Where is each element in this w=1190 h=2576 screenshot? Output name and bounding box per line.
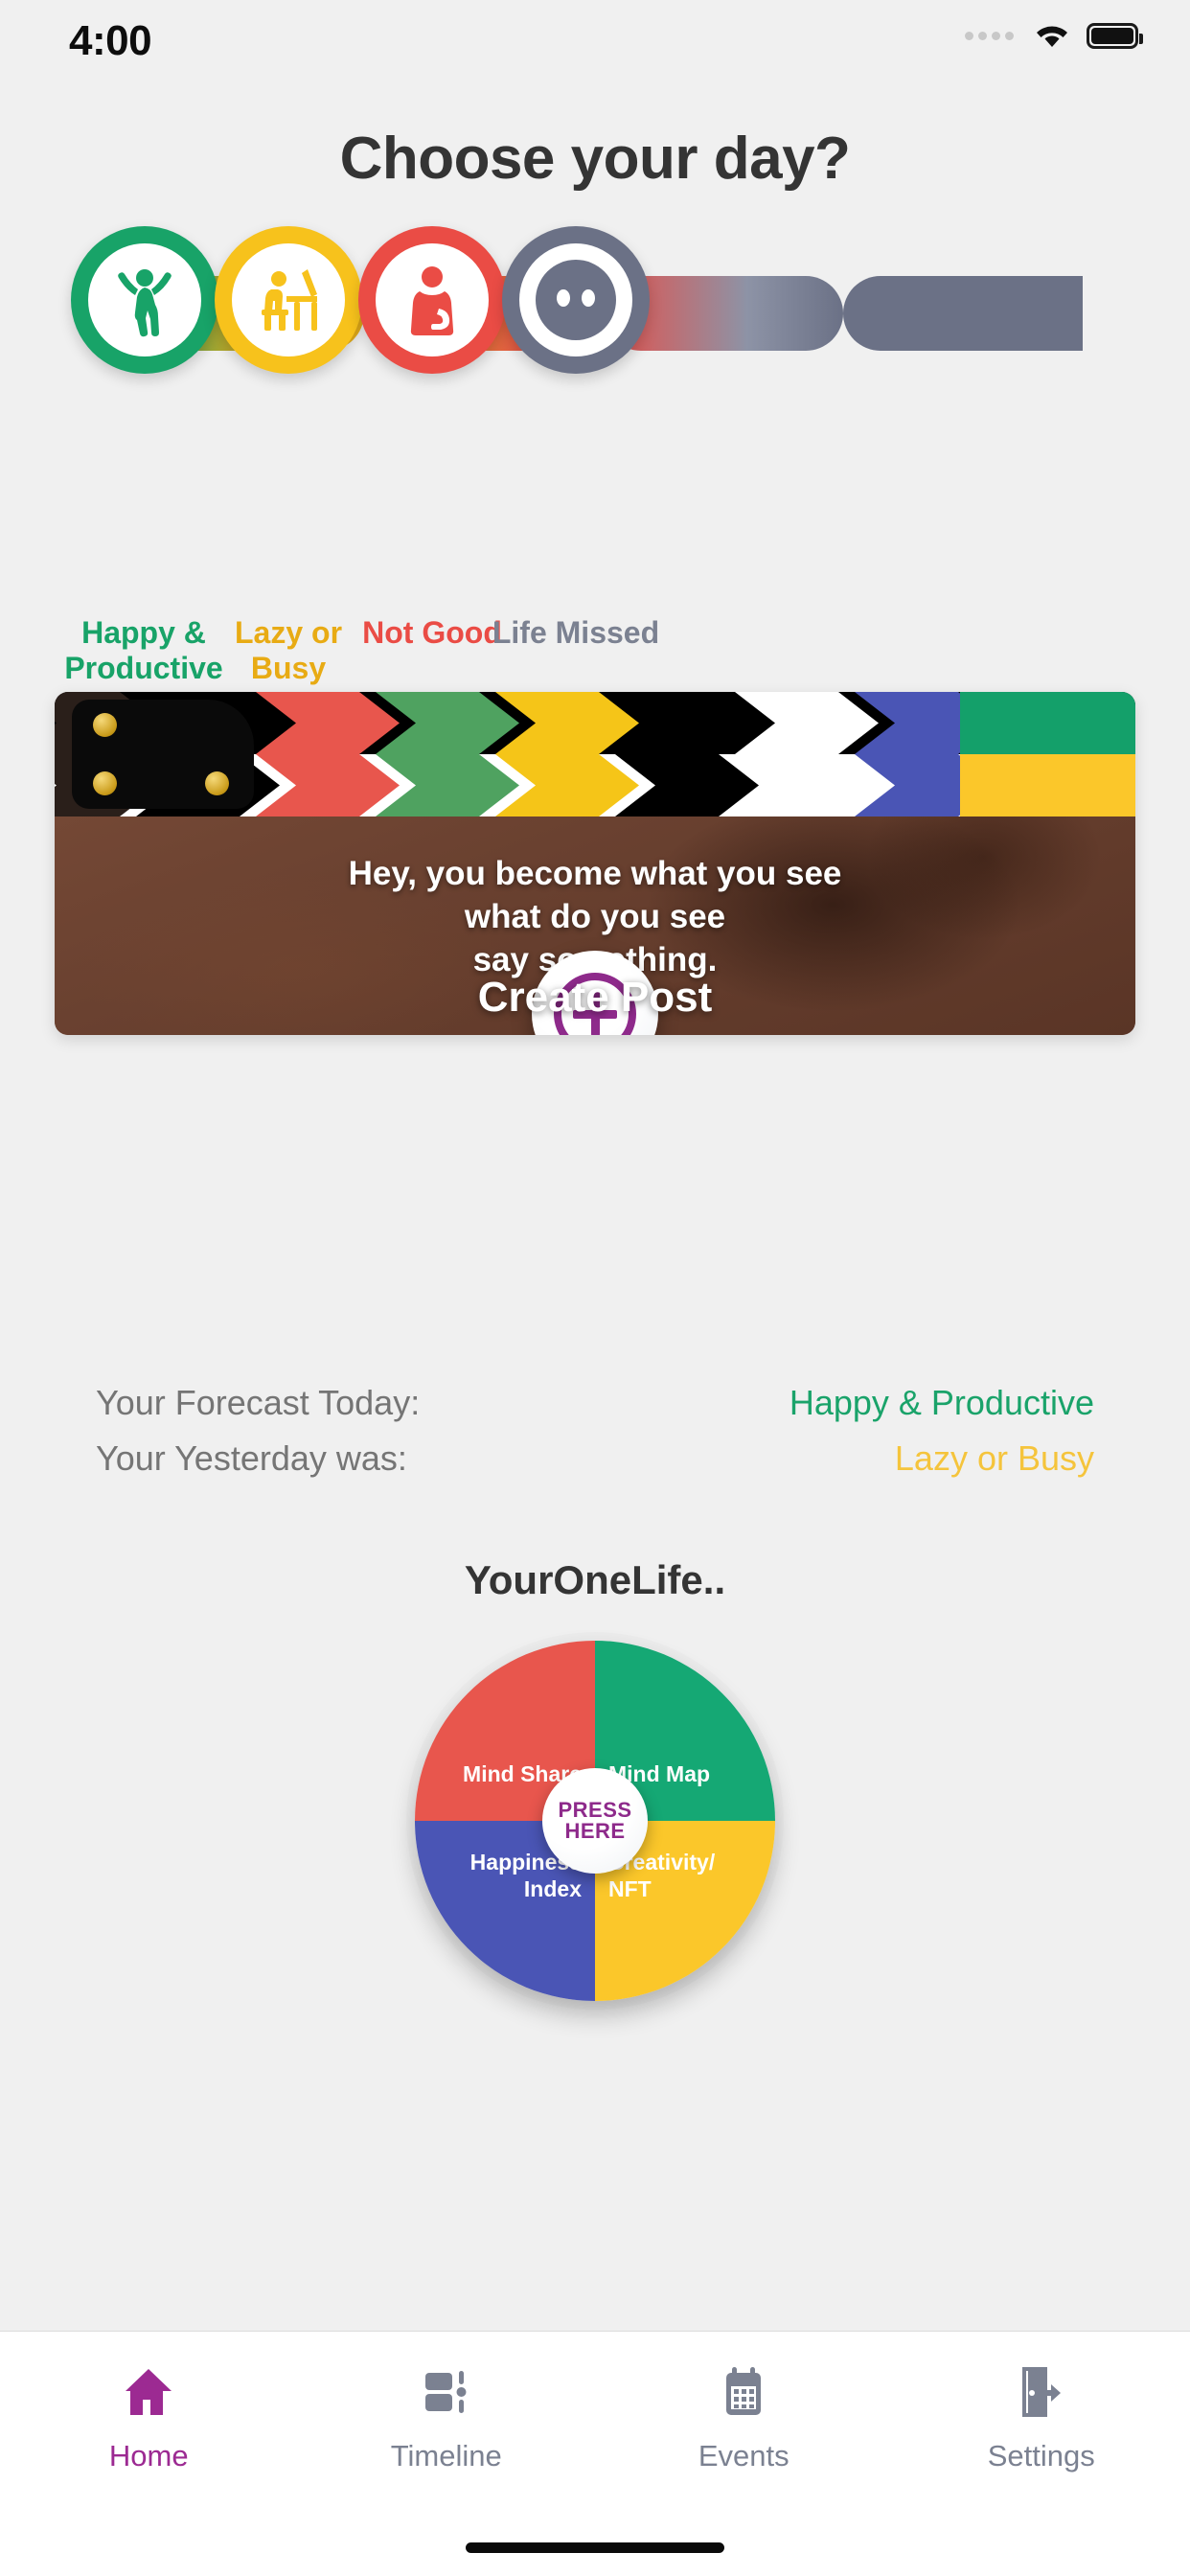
- press-here-line2: HERE: [564, 1819, 626, 1843]
- post-prompt-line1: Hey, you become what you see: [348, 855, 842, 892]
- signal-dots-icon: [965, 31, 1014, 40]
- calendar-icon: [717, 2364, 770, 2420]
- mood-circle-row: [0, 226, 1190, 380]
- sad-person-icon: [376, 243, 489, 356]
- tab-label-timeline: Timeline: [390, 2439, 502, 2472]
- life-wheel[interactable]: Mind Share Mind Map Happiness Index Crea…: [415, 1641, 775, 2001]
- create-post-body: Hey, you become what you see what do you…: [55, 816, 1135, 1035]
- blank-face-icon: [519, 243, 632, 356]
- exit-door-icon: [1015, 2364, 1068, 2420]
- create-post-card[interactable]: Hey, you become what you see what do you…: [55, 692, 1135, 1035]
- forecast-yesterday-row: Your Yesterday was: Lazy or Busy: [0, 1438, 1190, 1484]
- status-bar: 4:00: [0, 0, 1190, 82]
- tab-label-home: Home: [108, 2439, 189, 2472]
- wheel-title: YourOneLife..: [464, 1557, 726, 1602]
- wifi-icon: [1033, 21, 1071, 50]
- create-post-label: Create Post: [477, 974, 713, 1021]
- battery-icon: [1087, 22, 1143, 49]
- forecast-section: Your Forecast Today: Happy & Productive …: [0, 1383, 1190, 1494]
- app-screen: 4:00 Choose your day? Happy & Productive…: [0, 0, 1190, 2576]
- home-icon: [122, 2364, 175, 2420]
- person-at-desk-icon: [232, 243, 345, 356]
- post-prompt-line2: what do you see: [464, 897, 726, 935]
- jumping-person-icon: [88, 243, 201, 356]
- tab-timeline[interactable]: Timeline: [298, 2332, 596, 2514]
- clapper-board-icon: [55, 692, 1135, 816]
- bottom-navigation: Home Timeline Events Settings: [0, 2331, 1190, 2576]
- mood-option-lazy-busy[interactable]: [215, 226, 362, 374]
- timeline-icon: [420, 2364, 473, 2420]
- forecast-yesterday-value: Lazy or Busy: [894, 1438, 1094, 1478]
- home-indicator: [466, 2542, 724, 2553]
- mood-option-happy-productive[interactable]: [71, 226, 218, 374]
- forecast-yesterday-label: Your Yesterday was:: [96, 1438, 407, 1478]
- mood-option-not-good[interactable]: [358, 226, 506, 374]
- tab-settings[interactable]: Settings: [893, 2332, 1190, 2514]
- tab-label-settings: Settings: [987, 2439, 1095, 2472]
- press-here-button[interactable]: PRESS HERE: [542, 1768, 648, 1874]
- tab-label-events: Events: [698, 2439, 790, 2472]
- mood-label-life-missed: Life Missed: [492, 615, 660, 650]
- tab-home[interactable]: Home: [0, 2332, 298, 2514]
- forecast-today-row: Your Forecast Today: Happy & Productive: [0, 1383, 1190, 1429]
- mood-option-life-missed[interactable]: [502, 226, 650, 374]
- forecast-today-value: Happy & Productive: [789, 1383, 1094, 1422]
- forecast-today-label: Your Forecast Today:: [96, 1383, 421, 1422]
- status-bar-indicators: [965, 21, 1143, 50]
- clapper-hinge: [72, 700, 254, 809]
- mood-selector: Happy & Productive Lazy or Busy Not Good…: [0, 226, 1190, 685]
- page-title: Choose your day?: [339, 126, 851, 192]
- press-here-line1: PRESS: [558, 1797, 632, 1822]
- tab-events[interactable]: Events: [595, 2332, 893, 2514]
- status-bar-time: 4:00: [69, 17, 152, 64]
